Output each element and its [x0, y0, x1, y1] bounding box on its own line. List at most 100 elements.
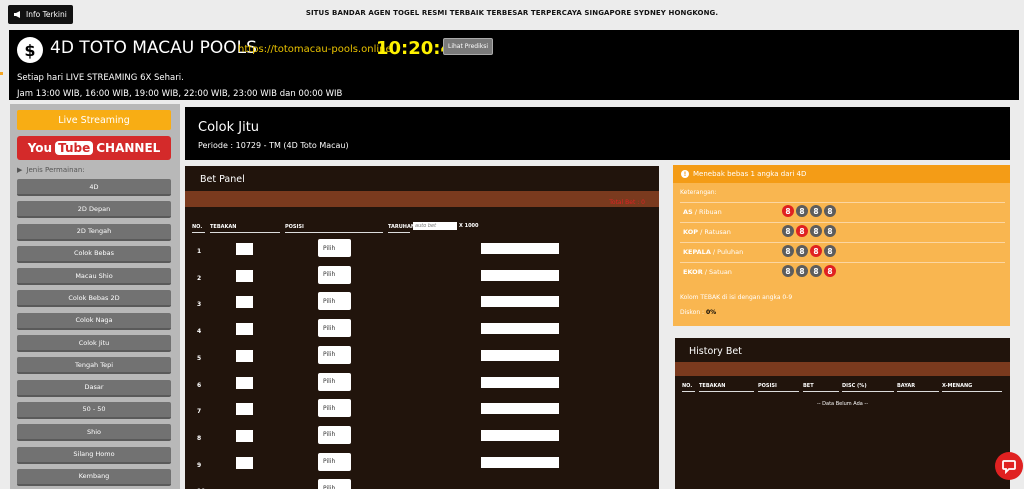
tebakan-input[interactable] — [236, 429, 253, 442]
ball: 8 — [796, 205, 808, 217]
posisi-select[interactable]: Pilih — [318, 292, 351, 311]
menu-item-colok-bebas[interactable]: Colok Bebas — [17, 245, 171, 263]
ball: 8 — [782, 245, 794, 257]
live-streaming-button[interactable]: Live Streaming — [17, 110, 171, 130]
row-number: 9 — [197, 461, 202, 469]
position-label: EKOR / Satuan — [683, 268, 732, 276]
bet-panel-title: Bet Panel — [200, 174, 245, 185]
ball: 8 — [810, 225, 822, 237]
position-desc: / Ratusan — [698, 228, 731, 236]
history-col-bayar: BAYAR — [897, 383, 939, 392]
history-strip — [675, 362, 1010, 376]
taruhan-input[interactable] — [481, 403, 559, 415]
tebakan-input[interactable] — [236, 243, 253, 255]
auto-bet-input[interactable]: auto bet — [413, 222, 457, 230]
history-col-posisi: POSISI — [758, 383, 799, 392]
tebakan-input[interactable] — [236, 376, 253, 389]
posisi-select[interactable]: Pilih — [318, 239, 351, 257]
game-title: Colok Jitu — [198, 120, 260, 135]
tebakan-input[interactable] — [236, 349, 253, 362]
ball: 8 — [824, 245, 836, 257]
menu-item-tengah-tepi[interactable]: Tengah Tepi — [17, 357, 171, 375]
game-heading: Colok Jitu Periode : 10729 - TM (4D Toto… — [185, 107, 1010, 160]
posisi-select[interactable]: Pilih — [318, 452, 351, 471]
ball: 8 — [782, 265, 794, 277]
position-key: KEPALA — [683, 248, 711, 256]
ball: 8 — [824, 265, 836, 277]
tebakan-input[interactable] — [236, 456, 253, 469]
info-icon: ! — [681, 170, 689, 178]
bet-row: 8 Pilih — [185, 425, 659, 451]
posisi-select[interactable]: Pilih — [318, 265, 351, 284]
menu-item-macau-shio[interactable]: Macau Shio — [17, 268, 171, 286]
keterangan-label: Keterangan: — [680, 189, 717, 196]
jenis-permainan-text: Jenis Permainan: — [26, 166, 85, 174]
game-menu: 4D 2D Depan 2D Tengah Colok Bebas Macau … — [17, 179, 171, 489]
ball-set: 8 8 8 8 — [782, 265, 836, 277]
menu-item-4d[interactable]: 4D — [17, 179, 171, 196]
position-key: EKOR — [683, 268, 703, 276]
posisi-select[interactable]: Pilih — [318, 345, 351, 364]
menu-item-shio[interactable]: Shio — [17, 424, 171, 442]
bet-row: 4 Pilih — [185, 318, 659, 344]
taruhan-input[interactable] — [481, 429, 559, 441]
history-title: History Bet — [689, 346, 742, 357]
position-label: KEPALA / Puluhan — [683, 248, 743, 256]
taruhan-input[interactable] — [481, 269, 559, 281]
menu-item-2d-depan[interactable]: 2D Depan — [17, 201, 171, 219]
position-key: AS — [683, 208, 693, 216]
lihat-prediksi-button[interactable]: Lihat Prediksi — [443, 38, 493, 55]
site-title: 4D TOTO MACAU POOLS — [50, 38, 257, 58]
posisi-select[interactable]: Pilih — [318, 399, 351, 418]
menu-item-silang-homo[interactable]: Silang Homo — [17, 446, 171, 464]
taruhan-input[interactable] — [481, 376, 559, 388]
position-desc: / Puluhan — [710, 248, 744, 256]
tebakan-input[interactable] — [236, 269, 253, 282]
taruhan-input[interactable] — [481, 243, 559, 254]
menu-item-colok-bebas-2d[interactable]: Colok Bebas 2D — [17, 290, 171, 308]
posisi-select[interactable]: Pilih — [318, 372, 351, 391]
ball: 8 — [824, 225, 836, 237]
accent-marker — [0, 72, 3, 75]
col-header-taruhan: TARUHAN — [388, 224, 415, 233]
col-header-posisi: POSISI — [285, 224, 383, 233]
history-col-x-menang: X-MENANG — [942, 383, 1002, 392]
history-col-disc: DISC (%) — [842, 383, 894, 392]
youtube-channel-button[interactable]: You Tube CHANNEL — [17, 136, 171, 160]
col-header-no: NO. — [192, 224, 205, 233]
position-key: KOP — [683, 228, 699, 236]
bet-row: 5 Pilih — [185, 345, 659, 371]
tebakan-input[interactable] — [236, 403, 253, 416]
menu-item-2d-tengah[interactable]: 2D Tengah — [17, 223, 171, 241]
tebakan-input[interactable] — [236, 323, 253, 336]
menu-item-kembang[interactable]: Kembang — [17, 468, 171, 486]
jenis-permainan-label: ▶ Jenis Permainan: — [17, 166, 85, 174]
menu-item-dasar[interactable]: Dasar — [17, 379, 171, 397]
bet-row: 1 Pilih — [185, 238, 659, 264]
posisi-select[interactable]: Pilih — [318, 425, 351, 444]
posisi-select[interactable]: Pilih — [318, 479, 351, 489]
site-url[interactable]: https://totomacau-pools.online — [238, 44, 392, 55]
history-panel: History Bet NO. TEBAKAN POSISI BET DISC … — [675, 338, 1010, 489]
taruhan-input[interactable] — [481, 323, 559, 335]
tebakan-input[interactable] — [236, 296, 253, 309]
row-number: 2 — [197, 274, 202, 282]
taruhan-input[interactable] — [481, 296, 559, 308]
ball: 8 — [810, 205, 822, 217]
diskon-info: Diskon : 0% — [680, 309, 716, 316]
menu-item-colok-naga[interactable]: Colok Naga — [17, 312, 171, 330]
taruhan-input[interactable] — [481, 349, 559, 361]
row-number: 1 — [197, 248, 202, 255]
stream-info-line1: Setiap hari LIVE STREAMING 6X Sehari. — [17, 73, 184, 83]
live-chat-button[interactable] — [995, 452, 1023, 480]
menu-item-50-50[interactable]: 50 - 50 — [17, 401, 171, 419]
menu-item-colok-jitu[interactable]: Colok Jitu — [17, 335, 171, 353]
diskon-value: 0% — [705, 309, 717, 316]
posisi-select[interactable]: Pilih — [318, 319, 351, 338]
row-number: 8 — [197, 434, 202, 442]
ball: 8 — [810, 265, 822, 277]
taruhan-input[interactable] — [481, 456, 559, 468]
sidebar: Live Streaming You Tube CHANNEL ▶ Jenis P… — [10, 104, 180, 489]
ball-set: 8 8 8 8 — [782, 225, 836, 237]
x1000-label: X 1000 — [459, 223, 479, 229]
